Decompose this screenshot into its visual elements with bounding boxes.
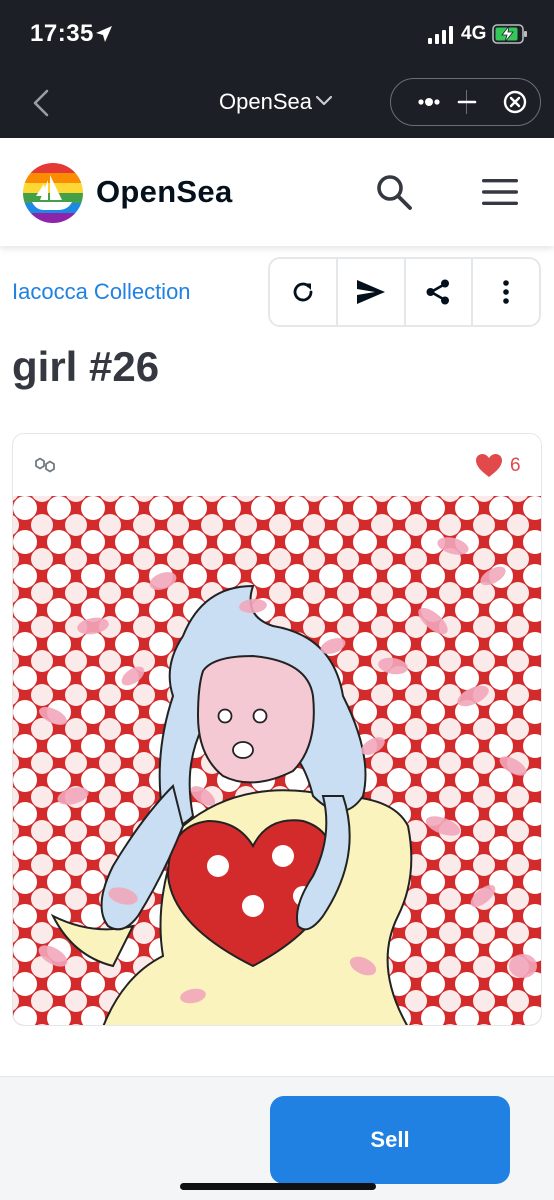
menu-icon[interactable] [480, 176, 520, 208]
favorite-count: 6 [510, 455, 521, 476]
search-icon[interactable] [374, 172, 414, 212]
battery-charging-icon [492, 24, 527, 44]
send-icon [356, 280, 385, 304]
top-bar: 17:35 4G OpenSea [0, 0, 554, 138]
card-header: 6 [13, 434, 541, 496]
item-title: girl #26 [12, 343, 160, 390]
more-options-button[interactable] [473, 259, 539, 325]
share-icon [426, 279, 450, 305]
item-toolbar [268, 257, 541, 327]
sell-button[interactable]: Sell [270, 1096, 510, 1184]
brand-name[interactable]: OpenSea [96, 174, 232, 210]
network-label: 4G [461, 23, 487, 44]
close-icon[interactable] [491, 79, 539, 125]
location-arrow-icon [96, 26, 112, 42]
status-time: 17:35 [30, 20, 94, 47]
polygon-icon [35, 457, 55, 473]
heart-icon[interactable] [475, 453, 503, 478]
mini-program-title[interactable]: OpenSea [219, 89, 312, 115]
back-icon[interactable] [30, 88, 52, 118]
share-button[interactable] [406, 259, 474, 325]
opensea-logo-icon[interactable] [22, 162, 84, 224]
collection-link[interactable]: Iacocca Collection [12, 279, 191, 305]
more-vertical-icon [503, 280, 509, 304]
bottom-action-bar: Sell [0, 1076, 554, 1200]
opensea-navbar: OpenSea [0, 138, 554, 246]
transfer-button[interactable] [338, 259, 406, 325]
signal-icon [428, 26, 453, 44]
artwork-card: 6 [12, 433, 542, 1026]
home-indicator [180, 1183, 376, 1190]
refresh-icon [293, 282, 313, 302]
minimize-icon[interactable] [443, 79, 491, 125]
chevron-down-icon[interactable] [314, 93, 334, 109]
refresh-button[interactable] [270, 259, 338, 325]
capsule-menu [390, 78, 541, 126]
nft-artwork-image[interactable] [13, 496, 542, 1026]
